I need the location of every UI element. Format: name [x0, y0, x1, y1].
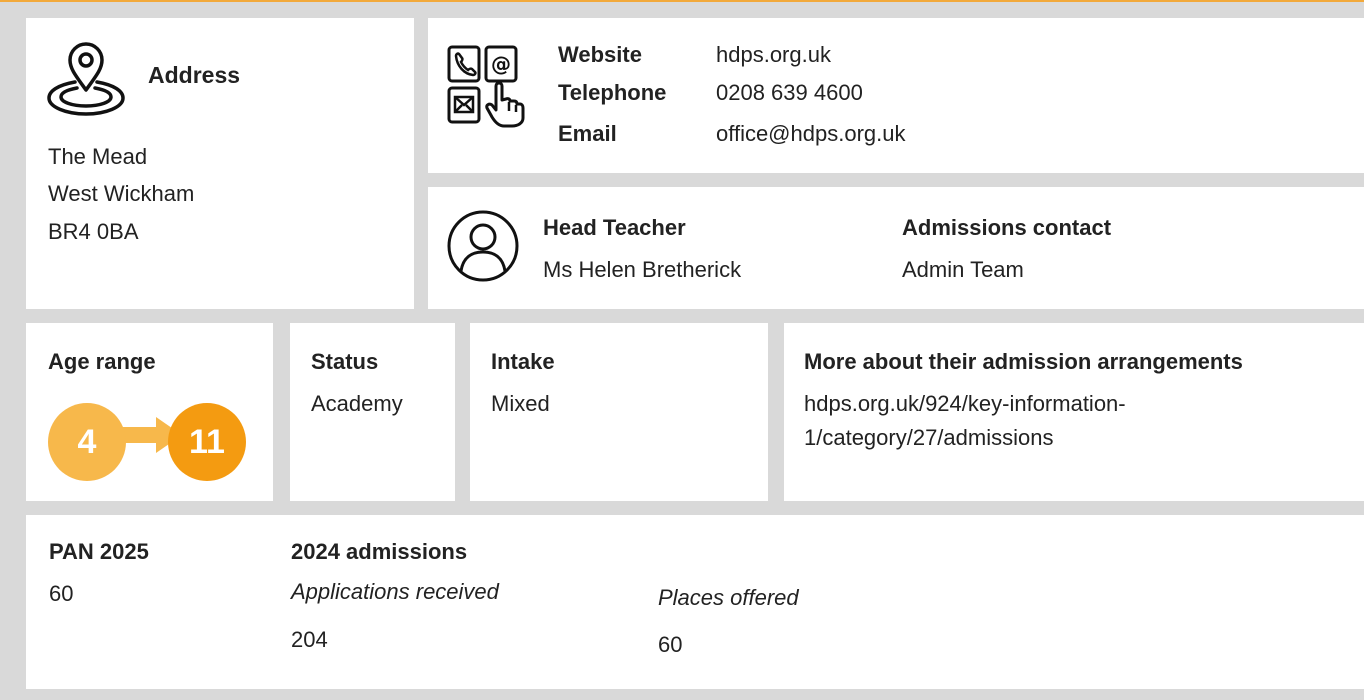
- address-card: Address The Mead West Wickham BR4 0BA: [26, 18, 414, 309]
- map-pin-icon: [47, 42, 125, 116]
- arrangements-link-line-1[interactable]: hdps.org.uk/924/key-information-: [804, 391, 1126, 417]
- age-range-card: Age range 4 11: [26, 323, 273, 501]
- contact-methods-icon: @: [447, 45, 525, 128]
- admissions-numbers-card: PAN 2025 60 2024 admissions Applications…: [26, 515, 1364, 689]
- email-label: Email: [558, 121, 617, 146]
- status-card: Status Academy: [290, 323, 455, 501]
- status-value: Academy: [311, 391, 403, 416]
- address-line-2: West Wickham: [48, 181, 195, 206]
- places-offered-label: Places offered: [658, 585, 799, 610]
- address-line-3: BR4 0BA: [48, 219, 139, 244]
- admissions-contact-name: Admin Team: [902, 257, 1024, 282]
- pan-label: PAN 2025: [49, 539, 149, 564]
- contact-card: @ Website hdps.org.uk Telephone 0208 639…: [428, 18, 1364, 173]
- telephone-label: Telephone: [558, 80, 667, 105]
- people-card: Head Teacher Ms Helen Bretherick Admissi…: [428, 187, 1364, 309]
- top-accent-rule: [0, 0, 1364, 2]
- address-line-1: The Mead: [48, 144, 148, 169]
- admissions-contact-label: Admissions contact: [902, 215, 1112, 240]
- email-link[interactable]: office@hdps.org.uk: [716, 121, 905, 147]
- intake-value: Mixed: [491, 391, 550, 416]
- applications-received-value: 204: [291, 627, 328, 652]
- head-teacher-name: Ms Helen Bretherick: [543, 257, 742, 282]
- arrangements-link-line-2[interactable]: 1/category/27/admissions: [804, 425, 1053, 451]
- telephone-value[interactable]: 0208 639 4600: [716, 80, 863, 106]
- places-offered-value: 60: [658, 632, 683, 657]
- age-from-badge: 4: [48, 403, 126, 481]
- website-label: Website: [558, 42, 642, 67]
- intake-label: Intake: [491, 349, 555, 374]
- arrangements-card: More about their admission arrangements …: [784, 323, 1364, 501]
- head-teacher-label: Head Teacher: [543, 215, 686, 240]
- applications-received-label: Applications received: [291, 579, 499, 604]
- person-icon: [447, 210, 519, 282]
- age-to-badge: 11: [168, 403, 246, 481]
- status-label: Status: [311, 349, 379, 374]
- address-heading: Address: [148, 62, 241, 88]
- age-range-label: Age range: [48, 349, 156, 374]
- intake-card: Intake Mixed: [470, 323, 768, 501]
- pan-value: 60: [49, 581, 74, 606]
- website-link[interactable]: hdps.org.uk: [716, 42, 831, 68]
- arrangements-label: More about their admission arrangements: [804, 349, 1243, 374]
- admissions-2024-label: 2024 admissions: [291, 539, 468, 564]
- svg-text:@: @: [491, 52, 511, 76]
